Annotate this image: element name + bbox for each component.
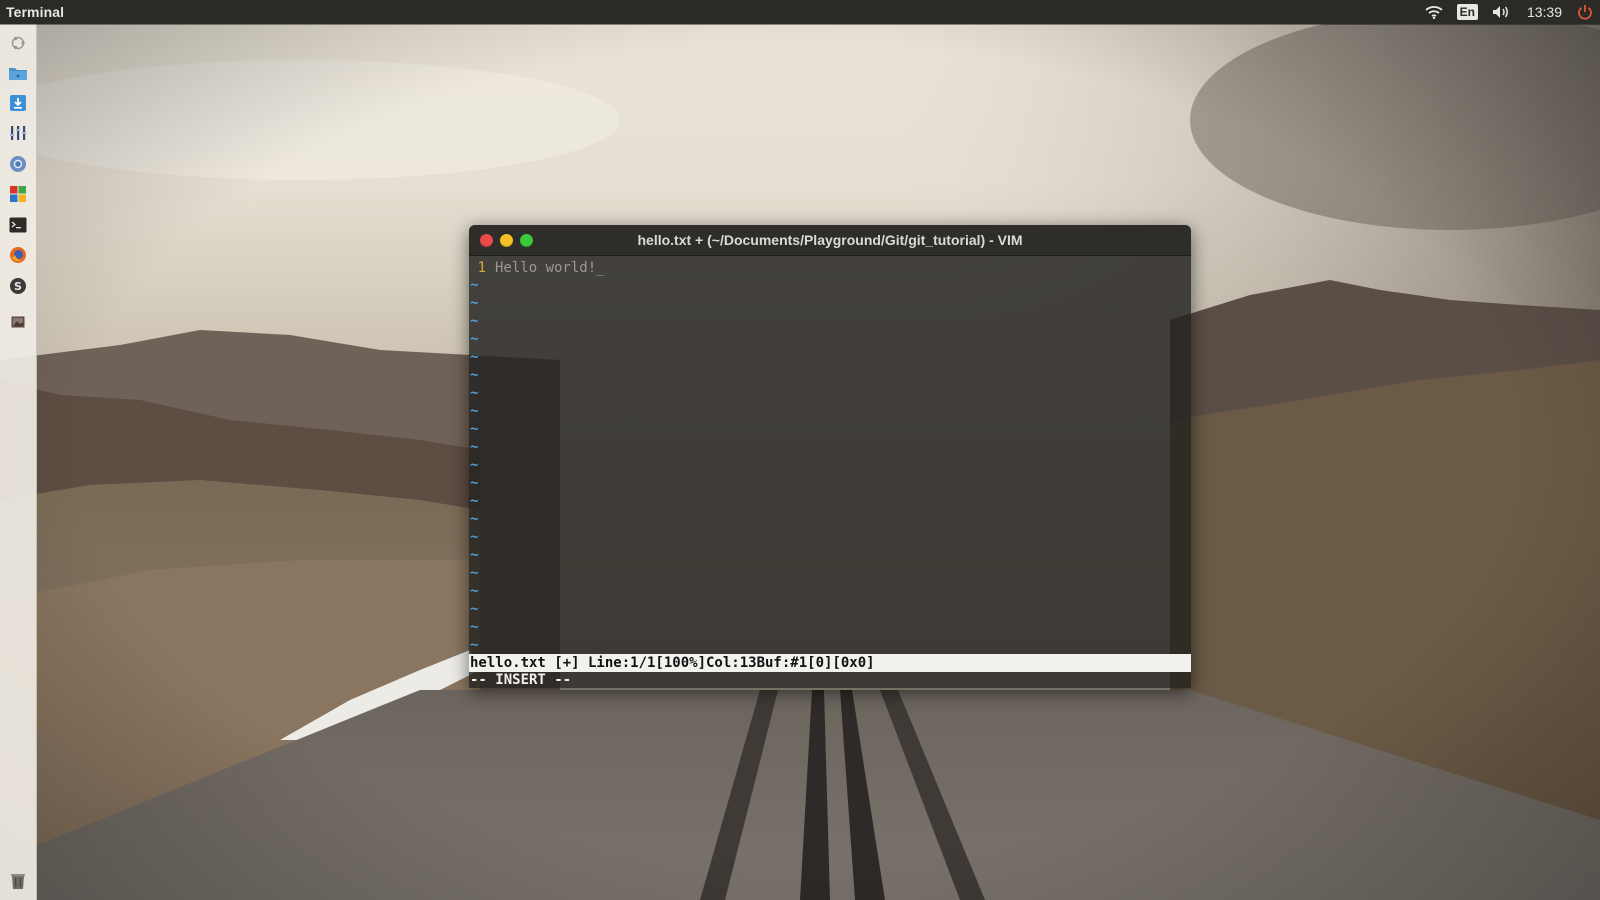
empty-line-tilde: ~ xyxy=(470,439,479,455)
empty-line-tilde: ~ xyxy=(470,565,479,581)
firefox-icon[interactable] xyxy=(7,244,29,266)
empty-line-tilde: ~ xyxy=(470,601,479,617)
image-icon[interactable] xyxy=(7,311,29,333)
empty-line-tilde: ~ xyxy=(470,295,479,311)
maximize-button[interactable] xyxy=(520,234,533,247)
keyboard-layout-indicator[interactable]: En xyxy=(1450,0,1485,24)
empty-line-tilde: ~ xyxy=(470,583,479,599)
empty-line-tilde: ~ xyxy=(470,637,479,653)
vim-window: hello.txt + (~/Documents/Playground/Git/… xyxy=(469,225,1191,688)
launcher: S xyxy=(0,24,37,900)
clock[interactable]: 13:39 xyxy=(1519,4,1570,20)
window-titlebar[interactable]: hello.txt + (~/Documents/Playground/Git/… xyxy=(469,225,1191,256)
close-button[interactable] xyxy=(480,234,493,247)
empty-line-tilde: ~ xyxy=(470,619,479,635)
empty-line-tilde: ~ xyxy=(470,511,479,527)
buffer-line[interactable]: 1 Hello world! _ xyxy=(469,259,605,277)
office-suite-icon[interactable] xyxy=(7,183,29,205)
equalizer-icon[interactable] xyxy=(7,122,29,144)
chromium-icon[interactable] xyxy=(7,153,29,175)
volume-icon[interactable] xyxy=(1485,0,1519,24)
empty-line-tilde: ~ xyxy=(470,475,479,491)
download-icon[interactable] xyxy=(7,92,29,114)
empty-line-tilde: ~ xyxy=(470,547,479,563)
keyboard-layout-label: En xyxy=(1456,4,1478,20)
active-app-name[interactable]: Terminal xyxy=(0,4,64,20)
ubuntu-logo-icon[interactable] xyxy=(7,32,29,54)
vim-editor-area[interactable]: 1 Hello world! _ ~ ~ ~ ~ ~ ~ ~ ~ ~ ~ ~ ~ ~ ~ ~ ~ ~ ~ ~ ~ ~ xyxy=(469,256,1191,654)
empty-line-tilde: ~ xyxy=(470,367,479,383)
home-folder-icon[interactable] xyxy=(7,62,29,84)
empty-line-tilde: ~ xyxy=(470,331,479,347)
empty-line-tilde: ~ xyxy=(470,529,479,545)
empty-line-tilde: ~ xyxy=(470,277,479,293)
vim-mode-indicator: -- INSERT -- xyxy=(470,672,572,688)
window-title: hello.txt + (~/Documents/Playground/Git/… xyxy=(637,232,1023,248)
empty-line-tilde: ~ xyxy=(470,421,479,437)
empty-line-tilde: ~ xyxy=(470,313,479,329)
software-center-icon[interactable]: S xyxy=(7,275,29,297)
text-cursor: _ xyxy=(596,260,605,276)
wifi-icon[interactable] xyxy=(1418,0,1450,24)
empty-line-tilde: ~ xyxy=(470,403,479,419)
power-icon[interactable] xyxy=(1570,0,1600,24)
empty-line-tilde: ~ xyxy=(470,349,479,365)
indicator-area: En 13:39 xyxy=(1418,0,1600,24)
svg-text:S: S xyxy=(14,280,22,293)
top-panel: Terminal En 13:39 xyxy=(0,0,1600,24)
trash-icon[interactable] xyxy=(7,870,29,892)
vim-status-line: hello.txt [+] Line:1/1[100%]Col:13Buf:#1… xyxy=(469,654,1191,672)
empty-line-tilde: ~ xyxy=(470,493,479,509)
minimize-button[interactable] xyxy=(500,234,513,247)
line-number: 1 xyxy=(477,260,486,276)
empty-line-markers: ~ ~ ~ ~ ~ ~ ~ ~ ~ ~ ~ ~ ~ ~ ~ ~ ~ ~ ~ ~ ~ xyxy=(469,277,489,655)
line-text[interactable]: Hello world! xyxy=(495,259,596,277)
empty-line-tilde: ~ xyxy=(470,457,479,473)
empty-line-tilde: ~ xyxy=(470,385,479,401)
terminal-icon[interactable] xyxy=(7,214,29,236)
